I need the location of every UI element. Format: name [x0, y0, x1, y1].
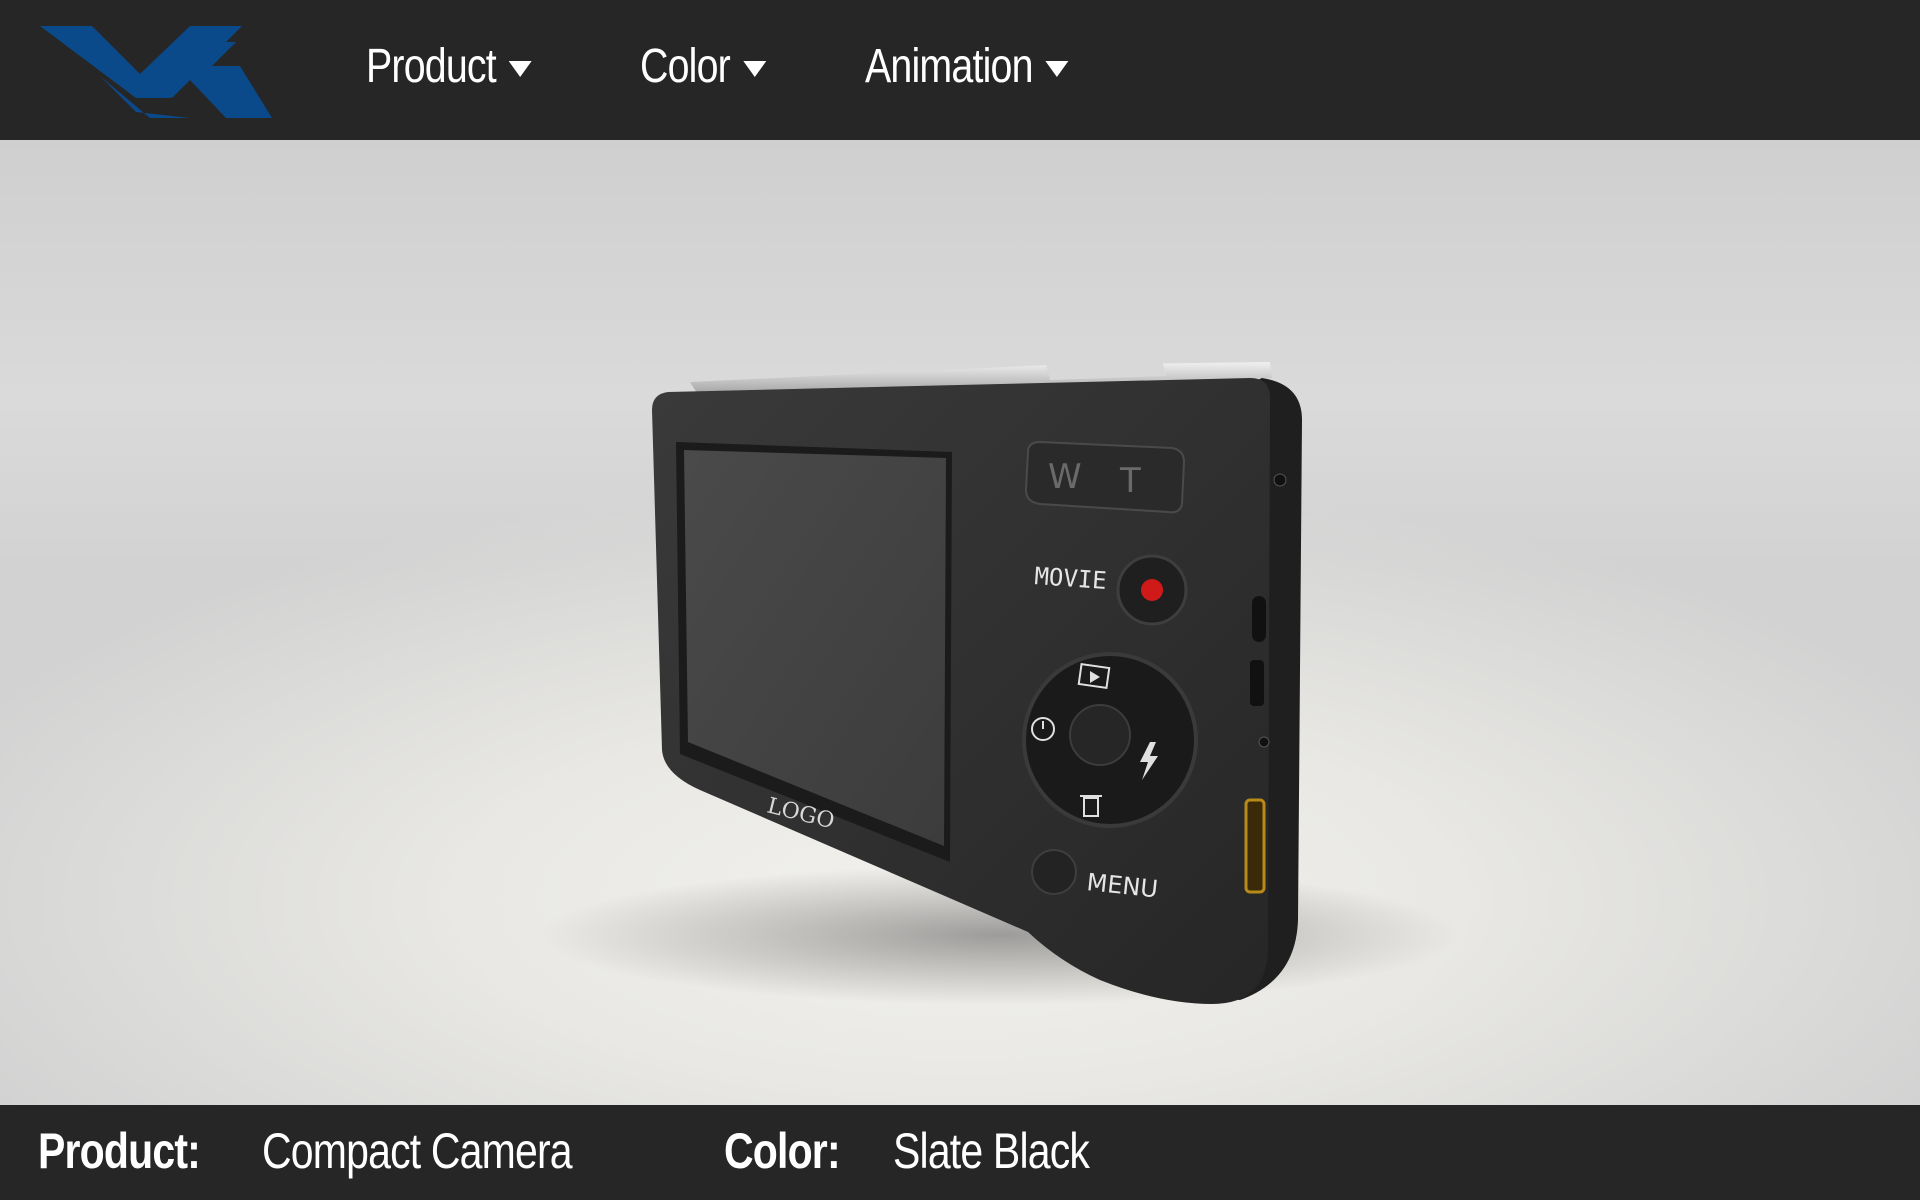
strap-slot	[1252, 596, 1266, 642]
3d-product-viewport[interactable]: LOGO W T MOVIE MENU	[0, 140, 1920, 1105]
zoom-wide-label: W	[1048, 457, 1082, 497]
ok-button[interactable]	[1069, 704, 1131, 766]
screw	[1258, 736, 1270, 748]
chevron-down-icon	[509, 61, 532, 77]
brand-logo-icon[interactable]	[40, 22, 272, 118]
chevron-down-icon	[743, 61, 767, 77]
color-menu-label: Color	[640, 39, 731, 93]
color-info-value: Slate Black	[893, 1123, 1090, 1179]
movie-label: MOVIE	[1034, 562, 1108, 595]
usb-port	[1250, 660, 1264, 706]
product-menu[interactable]: Product	[366, 36, 532, 96]
screw	[1273, 473, 1287, 487]
animation-menu-label: Animation	[865, 39, 1033, 93]
product-info-value: Compact Camera	[262, 1123, 573, 1179]
zoom-tele-label: T	[1119, 461, 1141, 501]
camera-model[interactable]: LOGO W T MOVIE MENU	[0, 140, 1920, 1105]
record-dot-icon	[1141, 579, 1163, 601]
product-menu-label: Product	[366, 39, 497, 93]
hdmi-port	[1244, 798, 1266, 894]
chevron-down-icon	[1045, 61, 1069, 77]
color-menu[interactable]: Color	[640, 36, 767, 96]
product-info-bar: Product: Compact Camera Color: Slate Bla…	[0, 1105, 1920, 1200]
animation-menu[interactable]: Animation	[865, 36, 1069, 96]
menu-button[interactable]	[1031, 849, 1077, 895]
product-info-label: Product:	[38, 1123, 201, 1179]
top-navigation-bar: Product Color Animation	[0, 0, 1920, 140]
color-info-label: Color:	[724, 1123, 841, 1179]
